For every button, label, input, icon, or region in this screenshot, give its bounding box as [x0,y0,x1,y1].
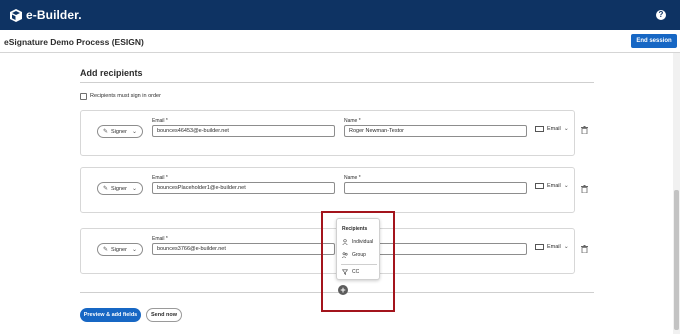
trash-icon[interactable] [581,185,588,193]
trash-icon[interactable] [581,245,588,253]
email-field[interactable]: bouncesPlaceholder1@e-builder.net [152,182,335,194]
sign-in-order-checkbox[interactable] [80,93,87,100]
delivery-dropdown[interactable]: Email ⌄ [535,182,569,189]
role-label: Signer [111,128,127,135]
envelope-icon [535,243,544,250]
email-field[interactable]: bounces46453@e-builder.net [152,125,335,137]
logo-text: e-Builder. [26,8,82,22]
help-icon[interactable]: ? [656,10,666,20]
name-field[interactable] [344,182,527,194]
chevron-down-icon: ⌄ [563,183,569,189]
pen-icon: ✎ [103,129,109,135]
preview-add-fields-button[interactable]: Preview & add fields [80,308,141,322]
email-label: Email * [152,175,168,181]
chevron-down-icon: ⌄ [563,244,569,250]
trash-icon[interactable] [581,126,588,134]
section-divider [80,82,594,83]
delivery-dropdown[interactable]: Email ⌄ [535,125,569,132]
email-field[interactable]: bounces3766@e-builder.net [152,243,335,255]
section-title: Add recipients [80,68,143,78]
role-dropdown[interactable]: ✎ Signer ⌄ [97,182,143,195]
role-label: Signer [111,246,127,253]
email-label: Email * [152,236,168,242]
chevron-down-icon: ⌄ [131,129,137,135]
delivery-dropdown[interactable]: Email ⌄ [535,243,569,250]
delivery-label: Email [547,125,561,132]
delivery-label: Email [547,243,561,250]
recipient-card: ✎ Signer ⌄ Email * bouncesPlaceholder1@e… [80,167,575,213]
name-label: Name * [344,118,361,124]
chevron-down-icon: ⌄ [131,247,137,253]
recipient-card: ✎ Signer ⌄ Email * bounces46453@e-builde… [80,110,575,156]
header-divider [0,52,680,53]
highlight-box [321,211,395,312]
sign-in-order-label: Recipients must sign in order [90,93,161,99]
ebuilder-logo-icon [10,8,22,22]
end-session-button[interactable]: End session [631,34,677,48]
email-label: Email * [152,118,168,124]
envelope-icon [535,125,544,132]
envelope-icon [535,182,544,189]
scrollbar-thumb[interactable] [674,190,679,330]
send-now-button[interactable]: Send now [146,308,182,322]
role-dropdown[interactable]: ✎ Signer ⌄ [97,243,143,256]
pen-icon: ✎ [103,247,109,253]
chevron-down-icon: ⌄ [131,186,137,192]
name-label: Name * [344,175,361,181]
pen-icon: ✎ [103,186,109,192]
name-field[interactable]: Roger Newman-Testor [344,125,527,137]
page-title: eSignature Demo Process (ESIGN) [4,37,144,47]
delivery-label: Email [547,182,561,189]
top-bar: e-Builder. ? [0,0,680,30]
chevron-down-icon: ⌄ [563,126,569,132]
role-label: Signer [111,185,127,192]
ebuilder-logo[interactable]: e-Builder. [10,8,82,22]
role-dropdown[interactable]: ✎ Signer ⌄ [97,125,143,138]
